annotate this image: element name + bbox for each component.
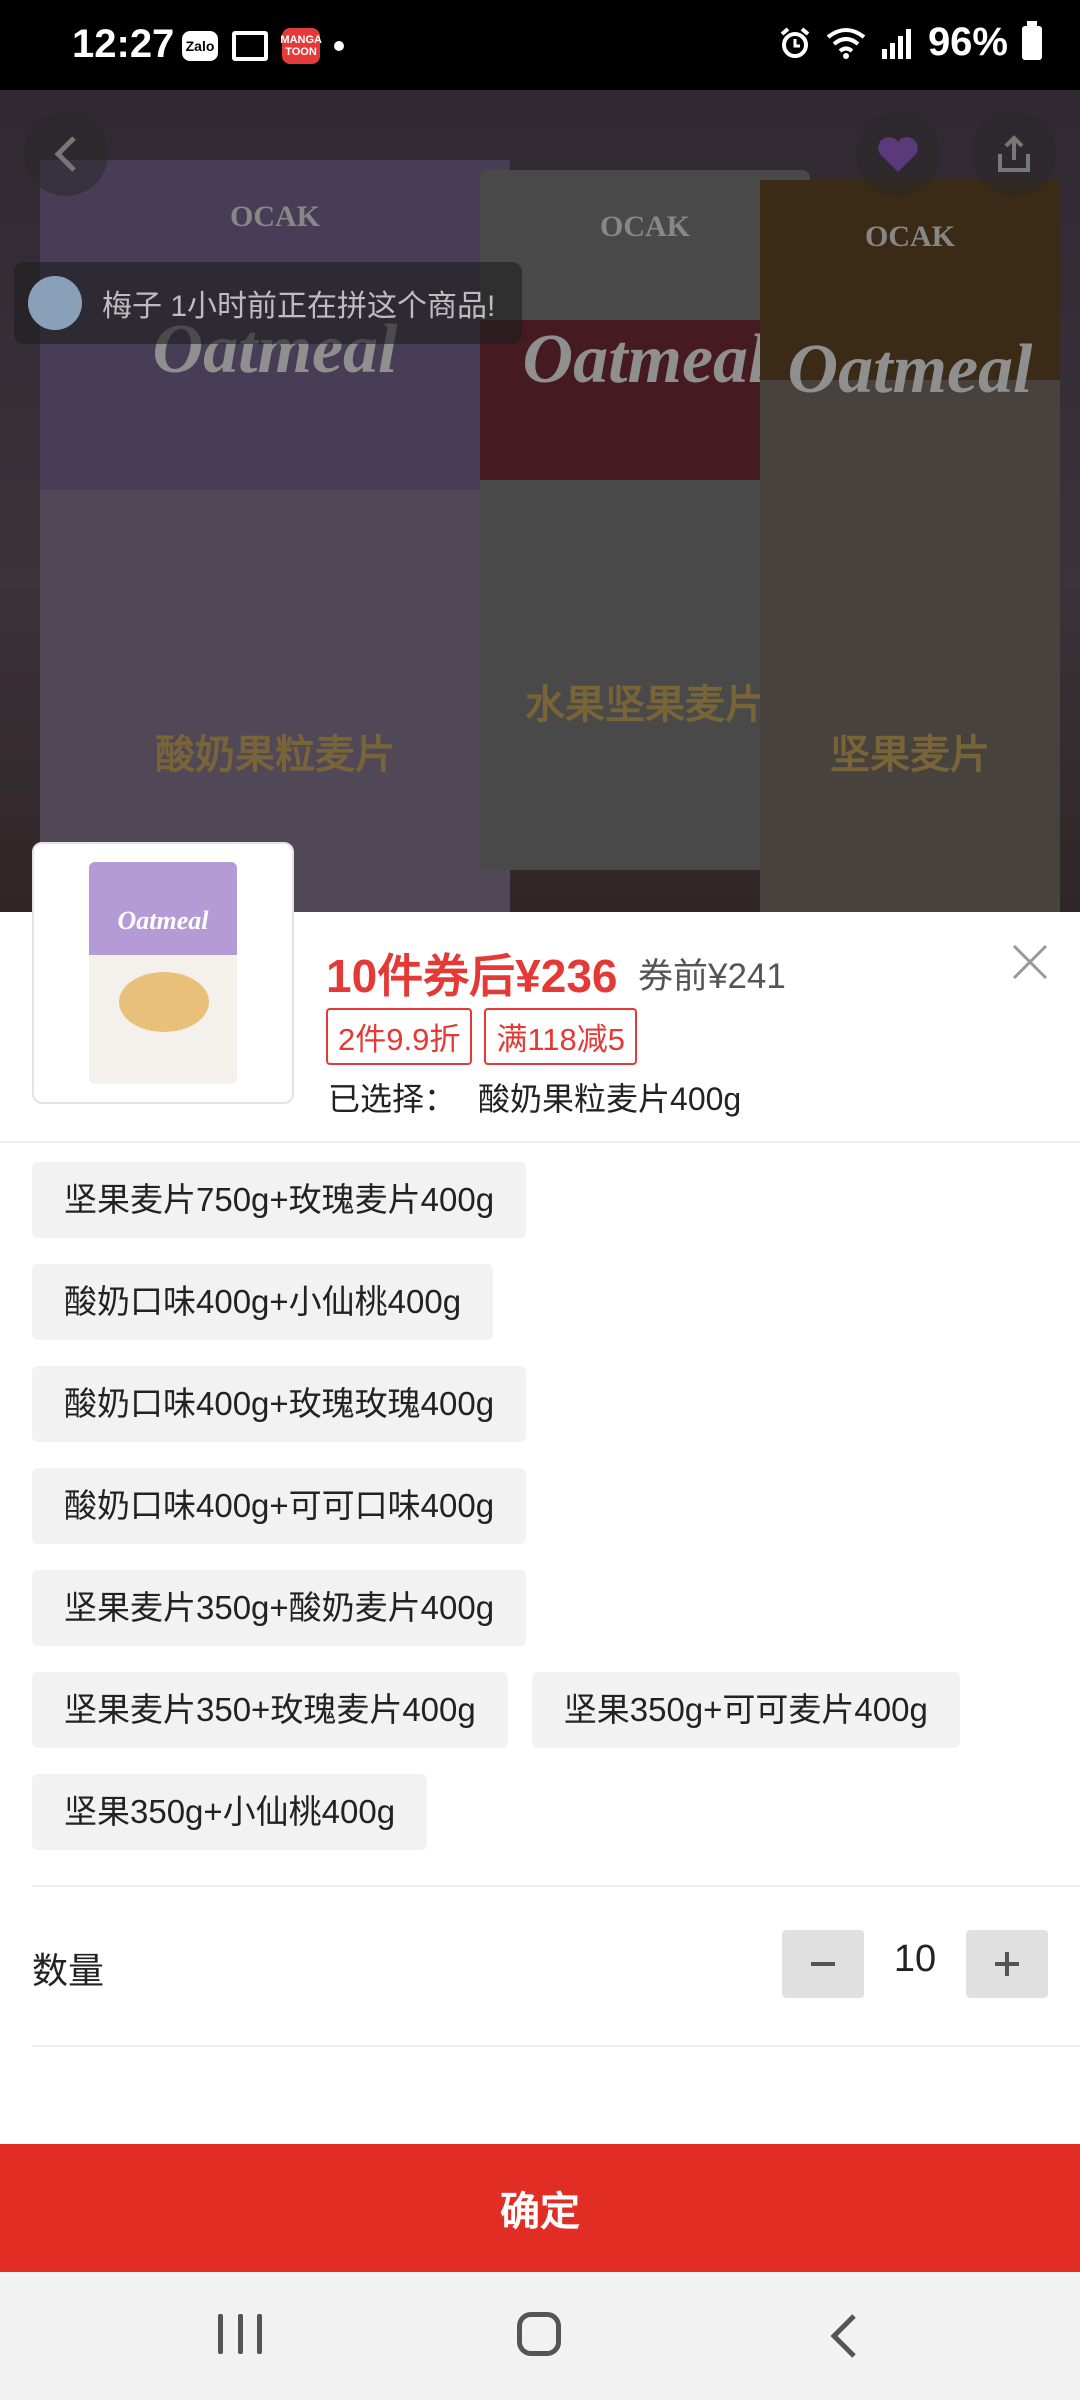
heart-icon <box>878 137 918 172</box>
variant-option[interactable]: 酸奶口味400g+小仙桃400g <box>32 1264 494 1340</box>
dim-overlay <box>0 90 1080 912</box>
quantity-decrease-button[interactable] <box>782 1930 864 1998</box>
close-button[interactable] <box>1008 940 1052 984</box>
selected-product-thumbnail[interactable]: Oatmeal <box>32 842 294 1104</box>
back-nav-button[interactable] <box>822 2310 868 2362</box>
variant-option[interactable]: 坚果麦片750g+玫瑰麦片400g <box>32 1162 527 1238</box>
zalo-icon: Zalo <box>182 31 218 61</box>
variant-option[interactable]: 酸奶口味400g+可可口味400g <box>32 1468 527 1544</box>
group-buy-notice: 梅子 1小时前正在拼这个商品! <box>14 262 522 344</box>
wifi-icon <box>826 27 866 59</box>
plus-icon <box>995 1952 1019 1976</box>
promo-tag: 2件9.9折 <box>326 1008 473 1065</box>
divider <box>32 2045 1080 2047</box>
chevron-left-icon <box>830 2314 856 2358</box>
quantity-input[interactable]: 10 <box>864 1938 966 1981</box>
variant-option[interactable]: 坚果麦片350+玫瑰麦片400g <box>32 1672 508 1748</box>
monitor-icon <box>232 31 268 61</box>
share-button[interactable] <box>972 112 1056 196</box>
divider <box>32 1885 1080 1887</box>
promo-tag: 满118减5 <box>484 1008 638 1065</box>
group-buy-notice-text: 梅子 1小时前正在拼这个商品! <box>102 290 496 323</box>
variant-option[interactable]: 坚果麦片350g+酸奶麦片400g <box>32 1570 527 1646</box>
manga-toon-icon: MANGA TOON <box>280 28 322 64</box>
signal-icon <box>881 28 911 59</box>
alarm-icon <box>780 26 810 58</box>
minus-icon <box>811 1962 835 1966</box>
chevron-left-icon <box>54 136 76 172</box>
variant-options: 坚果麦片750g+玫瑰麦片400g 酸奶口味400g+小仙桃400g 酸奶口味4… <box>32 1162 1052 1876</box>
variant-option[interactable]: 酸奶口味400g+玫瑰玫瑰400g <box>32 1366 527 1442</box>
back-button[interactable] <box>24 112 108 196</box>
variant-option[interactable]: 坚果350g+小仙桃400g <box>32 1774 428 1850</box>
share-icon <box>998 135 1030 172</box>
system-status: 96% <box>778 20 1042 65</box>
selected-label: 已选择： <box>328 1081 457 1117</box>
favorite-button[interactable] <box>856 112 940 196</box>
coupon-price: 10件券后¥236 <box>326 950 618 1002</box>
status-bar: 12:27 Zalo MANGA TOON 96% <box>0 0 1080 90</box>
promo-tags: 2件9.9折 满118减5 <box>326 1008 638 1065</box>
close-icon <box>1012 944 1048 980</box>
battery-percent: 96% <box>927 20 1008 64</box>
battery-icon <box>1022 20 1042 60</box>
selected-value: 酸奶果粒麦片400g <box>478 1081 742 1117</box>
recent-apps-button[interactable] <box>218 2314 262 2354</box>
status-time: 12:27 <box>72 22 175 66</box>
divider <box>0 1141 1080 1143</box>
quantity-label: 数量 <box>32 1950 105 1991</box>
product-thumbnail-image: Oatmeal <box>89 862 237 1084</box>
quantity-increase-button[interactable] <box>966 1930 1048 1998</box>
variant-option[interactable]: 坚果350g+可可麦片400g <box>531 1672 960 1748</box>
original-price: 券前¥241 <box>638 957 786 996</box>
product-image-gallery[interactable]: OCAK Oatmeal 酸奶果粒麦片 OCAK Oatmeal 水果坚果麦片 … <box>0 90 1080 912</box>
confirm-button[interactable]: 确定 <box>0 2144 1080 2272</box>
more-notifications-dot <box>334 41 344 51</box>
avatar <box>28 276 82 330</box>
home-button[interactable] <box>517 2312 561 2356</box>
sku-selection-sheet: Oatmeal 10件券后¥236 券前¥241 2件9.9折 满118减5 已… <box>0 842 1080 2272</box>
notification-icons: Zalo MANGA TOON <box>182 28 344 64</box>
selected-variant: 已选择： 酸奶果粒麦片400g <box>328 1074 741 1120</box>
system-navigation-bar <box>0 2272 1080 2400</box>
